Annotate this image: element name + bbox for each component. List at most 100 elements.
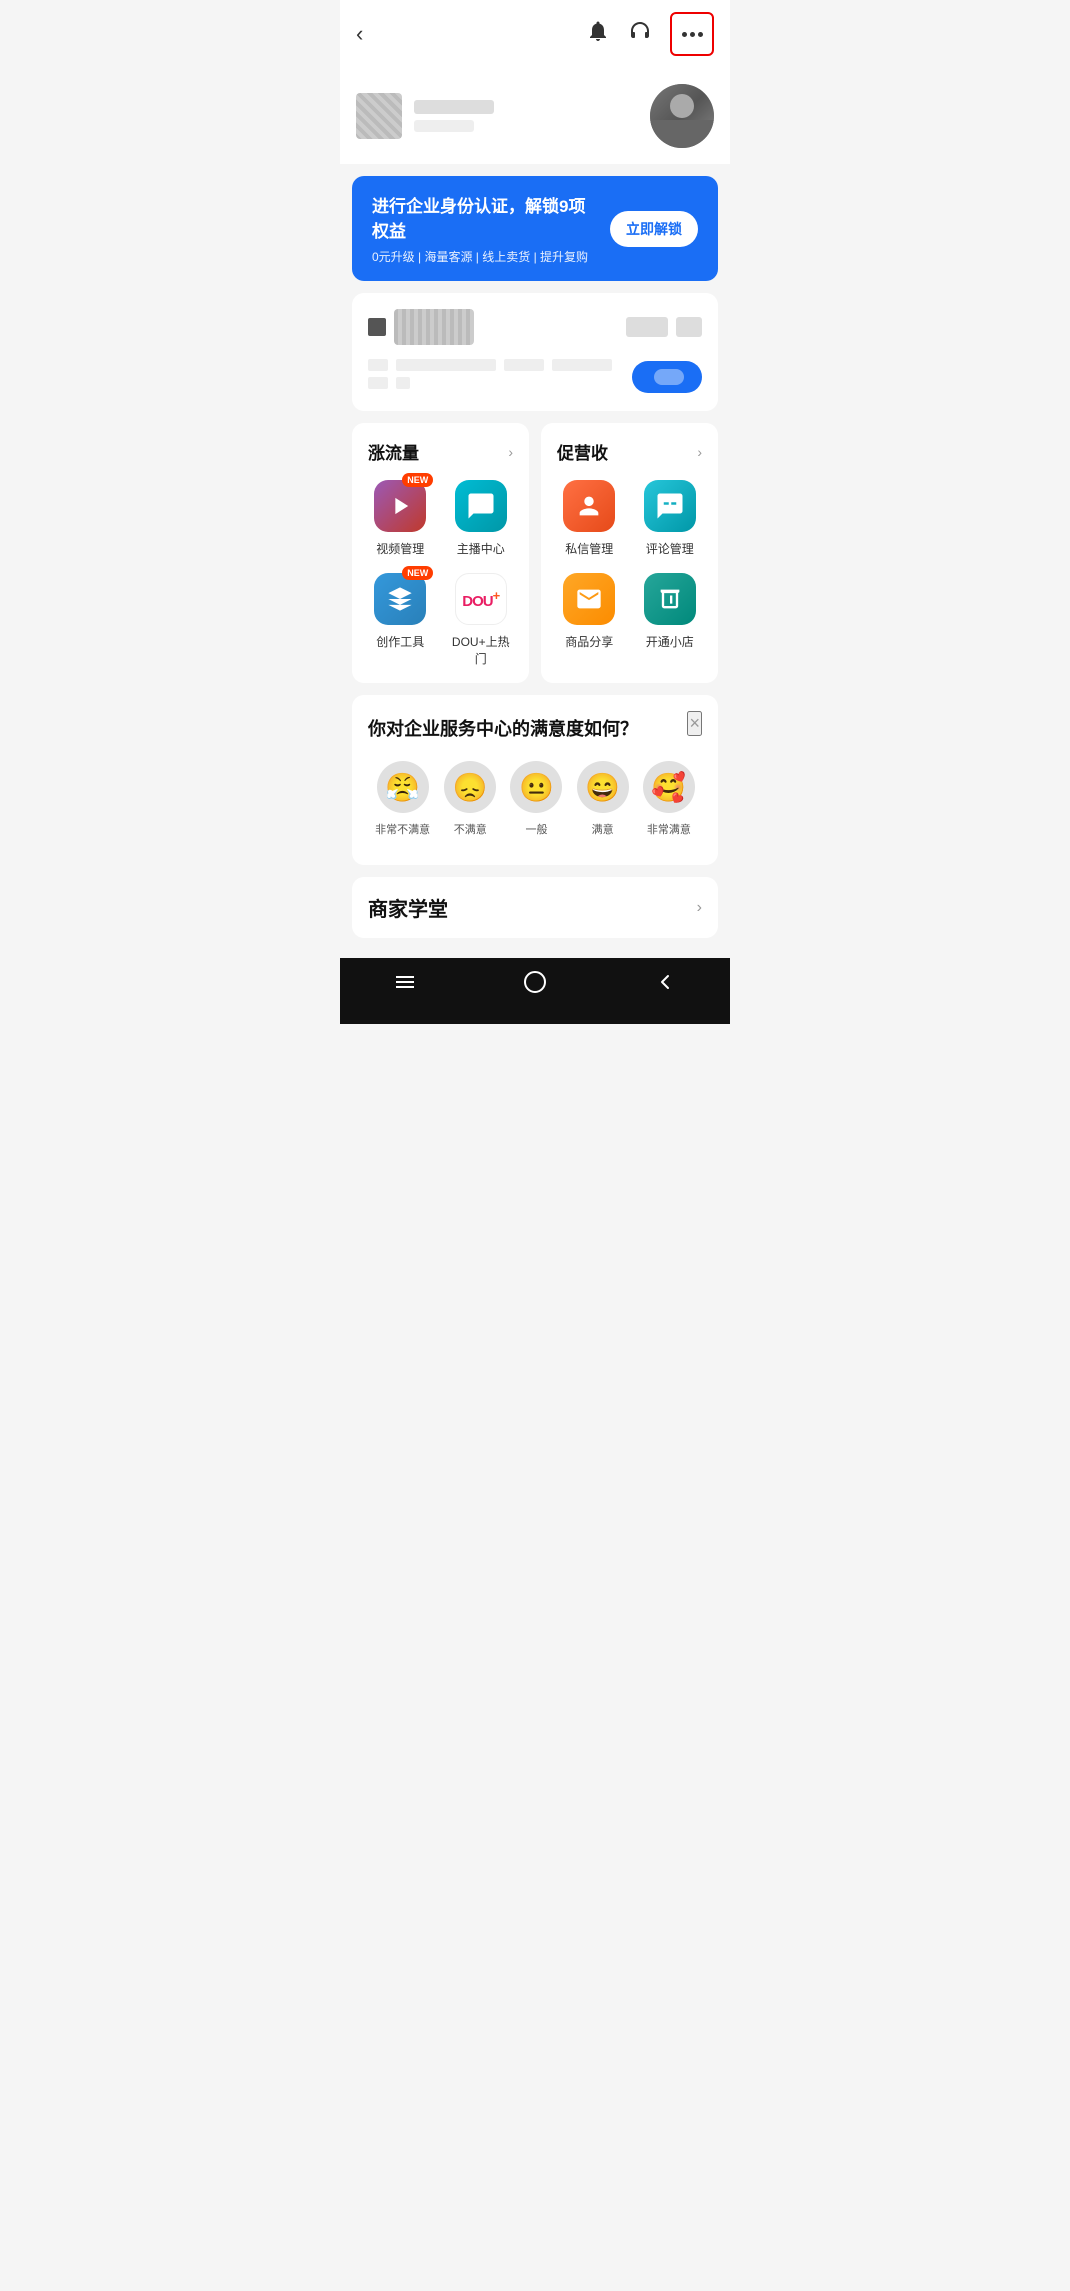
new-badge-video: NEW <box>402 473 433 487</box>
banner-text-content: 进行企业身份认证，解锁9项权益 0元升级 | 海量客源 | 线上卖货 | 提升复… <box>372 192 598 265</box>
rating-very-satisfied[interactable]: 🥰 非常满意 <box>643 761 695 837</box>
product-share-label: 商品分享 <box>565 633 613 650</box>
merchant-academy-chevron[interactable]: › <box>697 899 702 917</box>
profile-sub-blurred <box>414 120 474 132</box>
info-card-bottom <box>368 359 702 395</box>
profile-avatar[interactable] <box>650 84 714 148</box>
info-card <box>352 293 718 411</box>
store-logo-blurred <box>394 309 474 345</box>
satisfaction-survey-card: × 你对企业服务中心的满意度如何？ 😤 非常不满意 😞 不满意 😐 一般 😄 满… <box>352 695 718 865</box>
feature-grid: 涨流量 › NEW 视频管理 <box>352 423 718 683</box>
product-share-icon <box>563 573 615 625</box>
store-icon-small <box>368 318 386 336</box>
info-bottom-text <box>368 359 632 395</box>
rating-very-satisfied-label: 非常满意 <box>647 821 691 837</box>
promote-sales-chevron[interactable]: › <box>697 444 702 460</box>
info-value-blur-1 <box>396 359 496 371</box>
notification-icon[interactable] <box>586 19 610 49</box>
unlock-button[interactable]: 立即解锁 <box>610 211 698 247</box>
emoji-satisfied-face: 😄 <box>577 761 629 813</box>
survey-title: 你对企业服务中心的满意度如何？ <box>368 715 702 741</box>
tag-blurred-1 <box>626 317 668 337</box>
rating-satisfied[interactable]: 😄 满意 <box>577 761 629 837</box>
rating-unsatisfied-label: 不满意 <box>454 821 487 837</box>
video-management-item[interactable]: NEW 视频管理 <box>368 480 433 557</box>
open-shop-item[interactable]: 开通小店 <box>638 573 703 650</box>
comment-management-icon <box>644 480 696 532</box>
emoji-unsatisfied-face: 😞 <box>444 761 496 813</box>
create-tools-item[interactable]: NEW 创作工具 <box>368 573 433 667</box>
anchor-center-item[interactable]: 主播中心 <box>449 480 514 557</box>
nav-right <box>586 12 714 56</box>
bottom-back-icon[interactable] <box>653 970 677 1000</box>
rating-unsatisfied[interactable]: 😞 不满意 <box>444 761 496 837</box>
increase-traffic-title: 涨流量 <box>368 439 419 464</box>
promote-sales-icons: 私信管理 评论管理 商品分享 <box>557 480 702 650</box>
info-extra-blur-2 <box>552 359 612 371</box>
profile-info <box>356 93 494 139</box>
info-card-top <box>368 309 702 345</box>
nav-left: ‹ <box>356 21 363 47</box>
rating-very-unsatisfied-label: 非常不满意 <box>375 821 430 837</box>
anchor-center-label: 主播中心 <box>457 540 505 557</box>
info-row-1 <box>368 359 632 371</box>
profile-thumbnail <box>356 93 402 139</box>
rating-very-unsatisfied[interactable]: 😤 非常不满意 <box>375 761 430 837</box>
identity-verification-banner: 进行企业身份认证，解锁9项权益 0元升级 | 海量客源 | 线上卖货 | 提升复… <box>352 176 718 281</box>
merchant-academy-header: 商家学堂 › <box>368 893 702 922</box>
create-tools-label: 创作工具 <box>376 633 424 650</box>
open-shop-icon <box>644 573 696 625</box>
promote-sales-card: 促营收 › 私信管理 <box>541 423 718 683</box>
dou-plus-item[interactable]: DOU+ DOU+上热门 <box>449 573 514 667</box>
action-btn-inner-blur <box>654 369 684 385</box>
emoji-very-satisfied-face: 🥰 <box>643 761 695 813</box>
increase-traffic-header: 涨流量 › <box>368 439 513 464</box>
promote-sales-header: 促营收 › <box>557 439 702 464</box>
more-dots-icon <box>682 32 703 37</box>
dou-plus-label: DOU+上热门 <box>449 633 514 667</box>
bottom-navigation-bar <box>340 958 730 1024</box>
bottom-home-icon[interactable] <box>523 970 547 1000</box>
tag-blurred-2 <box>676 317 702 337</box>
increase-traffic-chevron[interactable]: › <box>508 444 513 460</box>
product-share-item[interactable]: 商品分享 <box>557 573 622 650</box>
info-label-blur-1 <box>368 359 388 371</box>
back-button[interactable]: ‹ <box>356 21 363 47</box>
video-management-icon: NEW <box>374 480 426 532</box>
top-navigation: ‹ <box>340 0 730 68</box>
create-tools-icon: NEW <box>374 573 426 625</box>
bottom-menu-icon[interactable] <box>393 970 417 1000</box>
banner-subtitle: 0元升级 | 海量客源 | 线上卖货 | 提升复购 <box>372 248 598 265</box>
rating-satisfied-label: 满意 <box>592 821 614 837</box>
increase-traffic-icons: NEW 视频管理 主播中心 <box>368 480 513 667</box>
info-value-blur-2 <box>396 377 410 389</box>
comment-management-item[interactable]: 评论管理 <box>638 480 703 557</box>
emoji-rating-row: 😤 非常不满意 😞 不满意 😐 一般 😄 满意 🥰 非常满意 <box>368 761 702 837</box>
more-menu-button[interactable] <box>670 12 714 56</box>
info-label-blur-2 <box>368 377 388 389</box>
survey-close-button[interactable]: × <box>687 711 702 736</box>
increase-traffic-card: 涨流量 › NEW 视频管理 <box>352 423 529 683</box>
dou-text-logo: DOU+ <box>462 588 499 610</box>
emoji-very-unsatisfied-face: 😤 <box>377 761 429 813</box>
comment-management-label: 评论管理 <box>646 540 694 557</box>
avatar-image <box>650 84 714 148</box>
headset-icon[interactable] <box>628 19 652 49</box>
promote-sales-title: 促营收 <box>557 439 608 464</box>
rating-neutral[interactable]: 😐 一般 <box>510 761 562 837</box>
profile-name-blurred <box>414 100 494 114</box>
anchor-center-icon <box>455 480 507 532</box>
private-message-item[interactable]: 私信管理 <box>557 480 622 557</box>
new-badge-create: NEW <box>402 566 433 580</box>
info-row-2 <box>368 377 632 389</box>
rating-neutral-label: 一般 <box>525 821 547 837</box>
info-card-tags <box>626 317 702 337</box>
private-message-icon <box>563 480 615 532</box>
video-management-label: 视频管理 <box>376 540 424 557</box>
profile-area <box>340 68 730 164</box>
banner-title: 进行企业身份认证，解锁9项权益 <box>372 192 598 242</box>
private-message-label: 私信管理 <box>565 540 613 557</box>
open-shop-label: 开通小店 <box>646 633 694 650</box>
action-button-blue[interactable] <box>632 361 702 393</box>
emoji-neutral-face: 😐 <box>510 761 562 813</box>
